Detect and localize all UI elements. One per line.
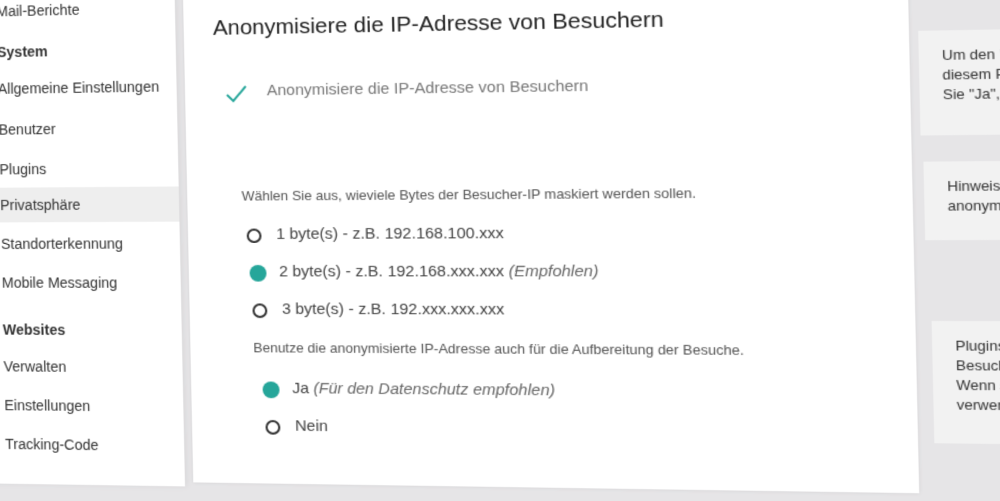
page-title: Anonymisiere die IP-Adresse von Besucher…	[212, 7, 664, 41]
settings-card: Anonymisiere die IP-Adresse von Besucher…	[182, 0, 920, 494]
sidebar: Mail-Berichte System Allgemeine Einstell…	[0, 0, 186, 487]
sidebar-item-benutzer[interactable]: Benutzer	[0, 110, 178, 147]
radio-label: Ja (Für den Datenschutz empfohlen)	[292, 379, 556, 400]
help-text: Hinweis: Standorte	[947, 177, 1000, 195]
sidebar-item-label: Benutzer	[0, 120, 56, 138]
anonymize-checkbox[interactable]: Anonymisiere die IP-Adresse von Besucher…	[225, 77, 589, 107]
sidebar-heading-websites: Websites	[0, 314, 182, 346]
radio-option-nein[interactable]: Nein	[265, 417, 328, 442]
help-text: verwendet. Darau	[956, 396, 1000, 414]
help-text: Wenn sie 'Nein' a	[956, 376, 1000, 394]
bytes-question: Wählen Sie aus, wieviele Bytes der Besuc…	[241, 185, 697, 204]
radio-button-checked[interactable]	[262, 381, 280, 399]
sidebar-item-label: Mobile Messaging	[1, 274, 118, 291]
radio-option-1-byte[interactable]: 1 byte(s) - z.B. 192.168.100.xxx	[246, 224, 504, 250]
radio-label: Nein	[294, 417, 329, 436]
sidebar-item-einstellungen[interactable]: Einstellungen	[0, 388, 184, 425]
use-anonymized-question: Benutze die anonymisierte IP-Adresse auc…	[253, 339, 744, 359]
sidebar-item-verwalten[interactable]: Verwalten	[0, 349, 183, 385]
sidebar-item-label: Mail-Berichte	[0, 1, 80, 20]
radio-button[interactable]	[252, 303, 268, 319]
check-icon	[225, 82, 249, 105]
radio-button[interactable]	[265, 419, 281, 435]
sidebar-item-standorterkennung[interactable]: Standorterkennung	[0, 226, 180, 261]
sidebar-item-label: Verwalten	[3, 358, 67, 375]
screen: Mail-Berichte System Allgemeine Einstell…	[0, 0, 1000, 494]
anonymize-checkbox-label: Anonymisiere die IP-Adresse von Besucher…	[266, 77, 589, 100]
sidebar-item-label: Plugins	[0, 160, 47, 178]
sidebar-item-tracking-code[interactable]: Tracking-Code	[0, 426, 185, 463]
sidebar-item-label: Allgemeine Einstellungen	[0, 78, 160, 97]
sidebar-heading-system: System	[0, 34, 176, 68]
help-text: Um den Datenschutz	[941, 44, 1000, 64]
sidebar-item-mobile-messaging[interactable]: Mobile Messaging	[0, 265, 181, 300]
help-text: Sie "Ja", wenn Mamo	[942, 84, 1000, 103]
radio-button-checked[interactable]	[249, 264, 267, 282]
help-box-plugins: Plugins wie Geolo Besuchers. Norm Wenn s…	[931, 320, 1000, 446]
sidebar-item-plugins[interactable]: Plugins	[0, 150, 179, 187]
sidebar-item-label: Standorterkennung	[0, 235, 124, 252]
radio-option-2-byte[interactable]: 2 byte(s) - z.B. 192.168.xxx.xxx (Empfoh…	[249, 262, 599, 288]
help-text: Besuchers. Norm	[955, 357, 1000, 375]
radio-label: 1 byte(s) - z.B. 192.168.100.xxx	[276, 224, 504, 244]
help-box-location: Hinweis: Standorte anonymisiert ist. Be	[923, 159, 1000, 241]
sidebar-item-privatsphaere[interactable]: Privatsphäre	[0, 186, 180, 223]
sidebar-item-label: Tracking-Code	[5, 435, 99, 454]
radio-button[interactable]	[246, 228, 262, 244]
sidebar-heading-label: System	[0, 43, 48, 61]
sidebar-item-allgemeine-einstellungen[interactable]: Allgemeine Einstellungen	[0, 69, 177, 107]
radio-option-3-byte[interactable]: 3 byte(s) - z.B. 192.xxx.xxx.xxx	[252, 300, 504, 325]
help-box-privacy: Um den Datenschutz diesem Plugin die let…	[918, 27, 1000, 136]
help-text: diesem Plugin die let	[942, 64, 1000, 83]
help-text: Plugins wie Geolo	[955, 337, 1000, 355]
radio-option-ja[interactable]: Ja (Für den Datenschutz empfohlen)	[262, 379, 555, 404]
radio-label: 2 byte(s) - z.B. 192.168.xxx.xxx (Empfoh…	[278, 262, 599, 281]
sidebar-item-label: Einstellungen	[4, 396, 91, 415]
help-text: anonymisiert ist. Be	[947, 197, 1000, 214]
sidebar-heading-label: Websites	[2, 321, 66, 338]
sidebar-item-label: Privatsphäre	[0, 196, 81, 214]
radio-label: 3 byte(s) - z.B. 192.xxx.xxx.xxx	[281, 300, 505, 319]
sidebar-item-mail-berichte[interactable]: Mail-Berichte	[0, 0, 175, 29]
